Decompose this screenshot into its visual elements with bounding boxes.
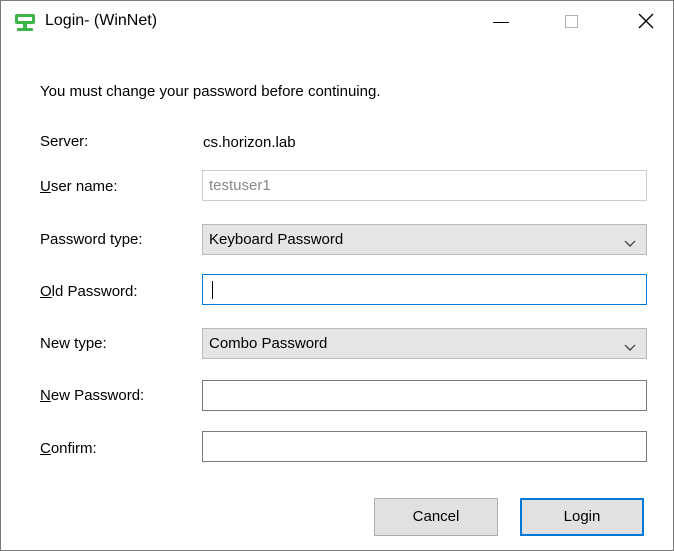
password-type-select[interactable]: Keyboard Password <box>202 224 647 255</box>
old-password-label: Old Password: <box>40 283 138 300</box>
server-value: cs.horizon.lab <box>203 134 296 151</box>
minimize-button[interactable] <box>479 1 525 43</box>
close-icon <box>638 13 654 29</box>
login-button[interactable]: Login <box>520 498 644 536</box>
maximize-icon <box>565 15 578 28</box>
new-type-value: Combo Password <box>209 335 328 352</box>
new-password-field[interactable] <box>202 380 647 411</box>
monitor-icon <box>14 12 36 34</box>
access-key: O <box>40 283 52 300</box>
chevron-down-icon <box>624 339 636 351</box>
maximize-button[interactable] <box>549 1 595 43</box>
server-label: Server: <box>40 133 89 150</box>
new-password-label: New Password: <box>40 387 144 404</box>
title-bar[interactable]: Login- (WinNet) <box>1 1 673 43</box>
password-type-value: Keyboard Password <box>209 231 344 248</box>
chevron-down-icon <box>624 235 636 247</box>
label-text: onfirm: <box>50 440 97 457</box>
access-key: U <box>40 178 51 195</box>
login-dialog: Login- (WinNet) You must change your pas… <box>0 0 674 551</box>
window-title: Login- (WinNet) <box>45 12 158 29</box>
user-name-value: testuser1 <box>209 177 271 194</box>
text-caret <box>212 281 213 299</box>
password-type-label: Password type: <box>40 231 143 248</box>
new-type-select[interactable]: Combo Password <box>202 328 647 359</box>
access-key: N <box>40 387 51 404</box>
user-name-label: User name: <box>40 178 118 195</box>
access-key: C <box>40 440 51 457</box>
label-text: ser name: <box>50 178 118 195</box>
confirm-label: Confirm: <box>40 440 97 457</box>
close-button[interactable] <box>623 1 669 43</box>
cancel-button[interactable]: Cancel <box>374 498 498 536</box>
minimize-icon <box>493 22 509 23</box>
label-text: ew Password: <box>50 387 145 404</box>
old-password-field[interactable] <box>202 274 647 305</box>
user-name-field: testuser1 <box>202 170 647 201</box>
new-type-label: New type: <box>40 335 107 352</box>
confirm-password-field[interactable] <box>202 431 647 462</box>
instruction-message: You must change your password before con… <box>40 83 381 100</box>
label-text: ld Password: <box>51 283 138 300</box>
